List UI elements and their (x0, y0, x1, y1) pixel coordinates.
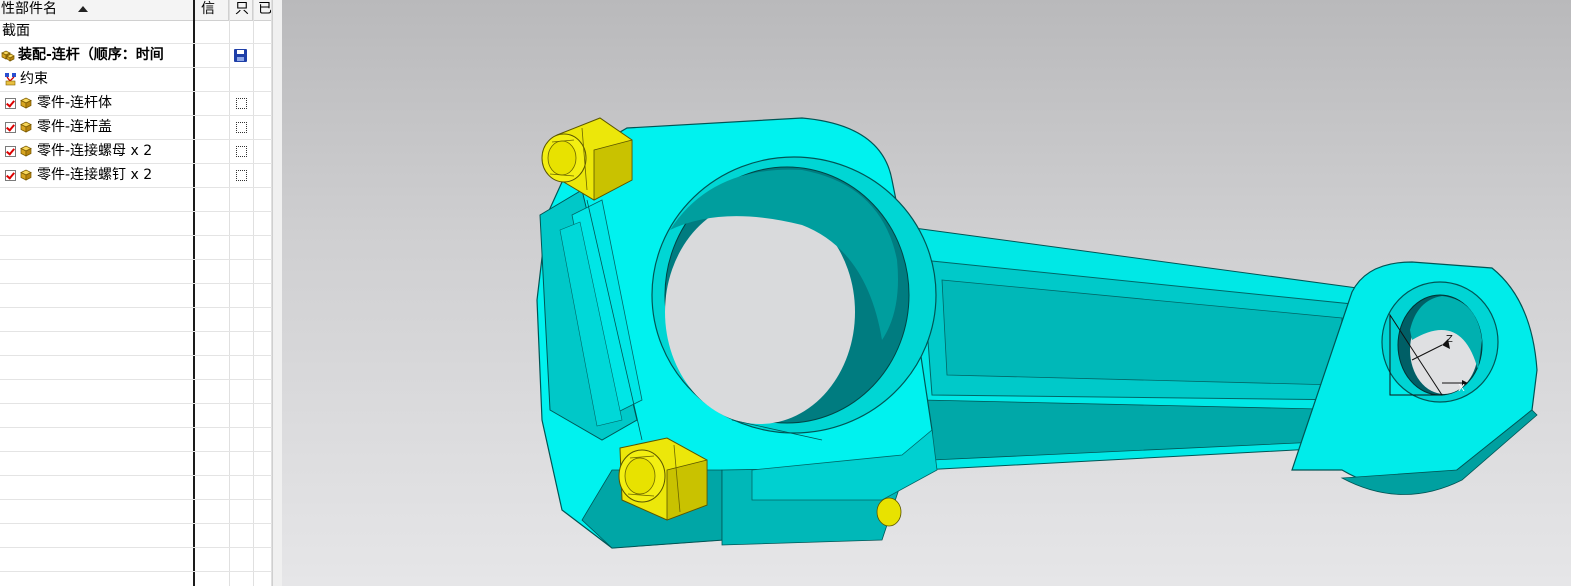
constraints-icon (5, 73, 16, 86)
tree-node-label: 零件-连接螺母 x 2 (37, 143, 153, 159)
part-navigator: 性部件名 信 只 已 截面 装配-连杆（顺序：时间 约束 零件-连杆体 零件-连… (0, 0, 272, 586)
tree-node-label: 零件-连接螺钉 x 2 (37, 167, 153, 183)
empty-row (0, 260, 272, 284)
axis-label-x: X (1458, 383, 1465, 394)
part-cube-icon (20, 145, 32, 157)
column-header-modified[interactable]: 已 (253, 0, 272, 20)
part-cube-icon (20, 169, 32, 181)
bolt-end-bottom (876, 497, 902, 527)
tree-node-label: 约束 (20, 71, 48, 87)
empty-row (0, 188, 272, 212)
empty-row (0, 308, 272, 332)
sort-ascending-icon (78, 6, 88, 12)
checkbox-checked-icon[interactable] (5, 122, 16, 133)
empty-row (0, 548, 272, 572)
empty-row (0, 284, 272, 308)
part-cube-icon (20, 121, 32, 133)
tree-node-label: 零件-连杆盖 (37, 119, 113, 135)
axis-label-z: Z (1446, 334, 1453, 345)
empty-row (0, 380, 272, 404)
tree-node-part[interactable]: 零件-连接螺钉 x 2 (0, 164, 272, 188)
empty-row (0, 212, 272, 236)
column-header-name[interactable]: 性部件名 (0, 0, 195, 20)
column-header-modified-label: 已 (258, 1, 272, 17)
checkbox-checked-icon[interactable] (5, 98, 16, 109)
dotted-box-icon (236, 146, 247, 157)
panel-splitter[interactable] (272, 0, 282, 586)
save-disk-icon (234, 49, 247, 62)
empty-row (0, 332, 272, 356)
column-header-read-only-label: 只 (235, 1, 249, 17)
tree-node-constraints[interactable]: 约束 (0, 68, 272, 92)
empty-row (0, 524, 272, 548)
empty-row (0, 500, 272, 524)
column-header-name-label: 性部件名 (1, 1, 57, 17)
graphics-window[interactable]: Z X (282, 0, 1571, 586)
tree-node-section[interactable]: 截面 (0, 20, 272, 44)
tree-node-label: 装配-连杆（顺序：时间 (18, 47, 164, 63)
empty-row (0, 356, 272, 380)
tree-node-label: 截面 (2, 23, 30, 39)
empty-row (0, 236, 272, 260)
tree-node-label: 零件-连杆体 (37, 95, 113, 111)
empty-row (0, 404, 272, 428)
checkbox-checked-icon[interactable] (5, 170, 16, 181)
connecting-rod-model[interactable]: Z X (282, 0, 1571, 586)
empty-row (0, 452, 272, 476)
dotted-box-icon (236, 170, 247, 181)
navigator-tree: 截面 装配-连杆（顺序：时间 约束 零件-连杆体 零件-连杆盖 零件-连接螺母 … (0, 20, 272, 572)
tree-node-assembly[interactable]: 装配-连杆（顺序：时间 (0, 44, 272, 68)
tree-node-part[interactable]: 零件-连杆盖 (0, 116, 272, 140)
tree-node-part[interactable]: 零件-连杆体 (0, 92, 272, 116)
empty-row (0, 476, 272, 500)
column-header-info[interactable]: 信 (195, 0, 229, 20)
tree-node-part[interactable]: 零件-连接螺母 x 2 (0, 140, 272, 164)
column-header-info-label: 信 (201, 1, 215, 17)
dotted-box-icon (236, 122, 247, 133)
column-header-read-only[interactable]: 只 (229, 0, 253, 20)
empty-row (0, 428, 272, 452)
dotted-box-icon (236, 98, 247, 109)
navigator-column-header: 性部件名 信 只 已 (0, 0, 272, 21)
assembly-icon (1, 50, 15, 62)
part-cube-icon (20, 97, 32, 109)
checkbox-checked-icon[interactable] (5, 146, 16, 157)
